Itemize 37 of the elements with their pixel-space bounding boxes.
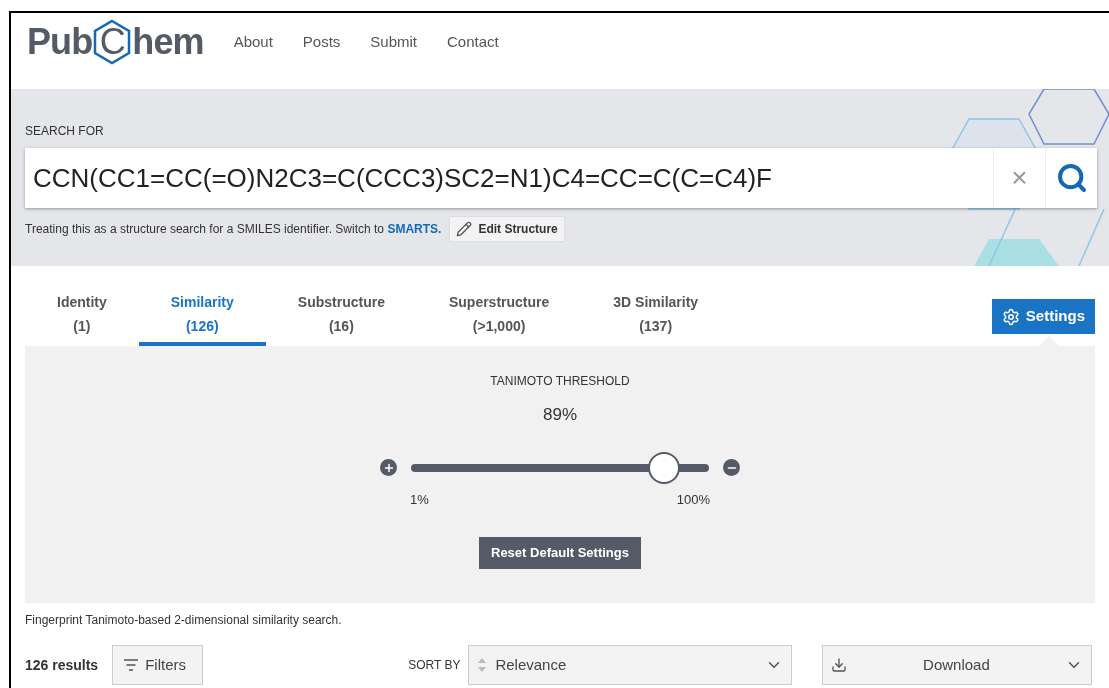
nav-link[interactable]: Submit — [370, 31, 418, 54]
filters-button[interactable]: Filters — [112, 645, 204, 685]
sort-label: SORT BY — [408, 657, 461, 674]
slider-max-label: 100% — [676, 490, 710, 509]
reset-button[interactable]: Reset Default Settings — [479, 537, 641, 569]
search-icon — [1055, 162, 1088, 194]
slider-thumb[interactable] — [648, 451, 681, 484]
threshold-label: TANIMOTO THRESHOLD — [490, 373, 630, 390]
sort-dropdown[interactable]: Relevance — [468, 645, 793, 685]
download-button[interactable]: Download — [822, 645, 1093, 685]
logo-letter: C — [92, 19, 133, 65]
settings-button[interactable]: Settings — [991, 299, 1095, 334]
search-tab[interactable]: Superstructure (>1,000) — [416, 290, 582, 346]
plus-icon — [382, 461, 395, 474]
download-icon — [831, 657, 848, 673]
search-label: SEARCH FOR — [25, 123, 105, 140]
logo-text: Pub — [27, 24, 93, 60]
search-tab[interactable]: Identity (1) — [25, 290, 139, 346]
nav-link[interactable]: Posts — [302, 31, 341, 54]
filter-icon — [123, 659, 140, 671]
logo-text: hem — [132, 24, 204, 60]
search-hint: Treating this as a structure search for a SMILES identifier. Switch to SMARTS. — [25, 221, 442, 238]
pencil-icon — [456, 221, 473, 237]
search-tab[interactable]: 3D Similarity (137) — [581, 290, 731, 346]
nav-link[interactable]: Contact — [447, 31, 499, 54]
search-tab[interactable]: Substructure (16) — [265, 290, 417, 346]
search-description: Fingerprint Tanimoto-based 2-dimensional similarity search. — [24, 612, 343, 629]
results-count: 126 results — [25, 655, 99, 675]
threshold-value: 89% — [543, 404, 577, 426]
edit-structure-button[interactable]: Edit Structure — [449, 216, 565, 242]
slider-min-label: 1% — [410, 490, 429, 509]
increase-button[interactable] — [380, 459, 397, 476]
decrease-button[interactable] — [723, 459, 740, 476]
sort-icon — [477, 657, 488, 673]
settings-icon — [1001, 307, 1020, 326]
nav-link[interactable]: About — [233, 31, 273, 54]
search-field[interactable]: CCN(CC1=CC(=O)N2C3=C(CCC3)SC2=N1)C4=CC=C(C=C4)F × — [25, 148, 1097, 208]
